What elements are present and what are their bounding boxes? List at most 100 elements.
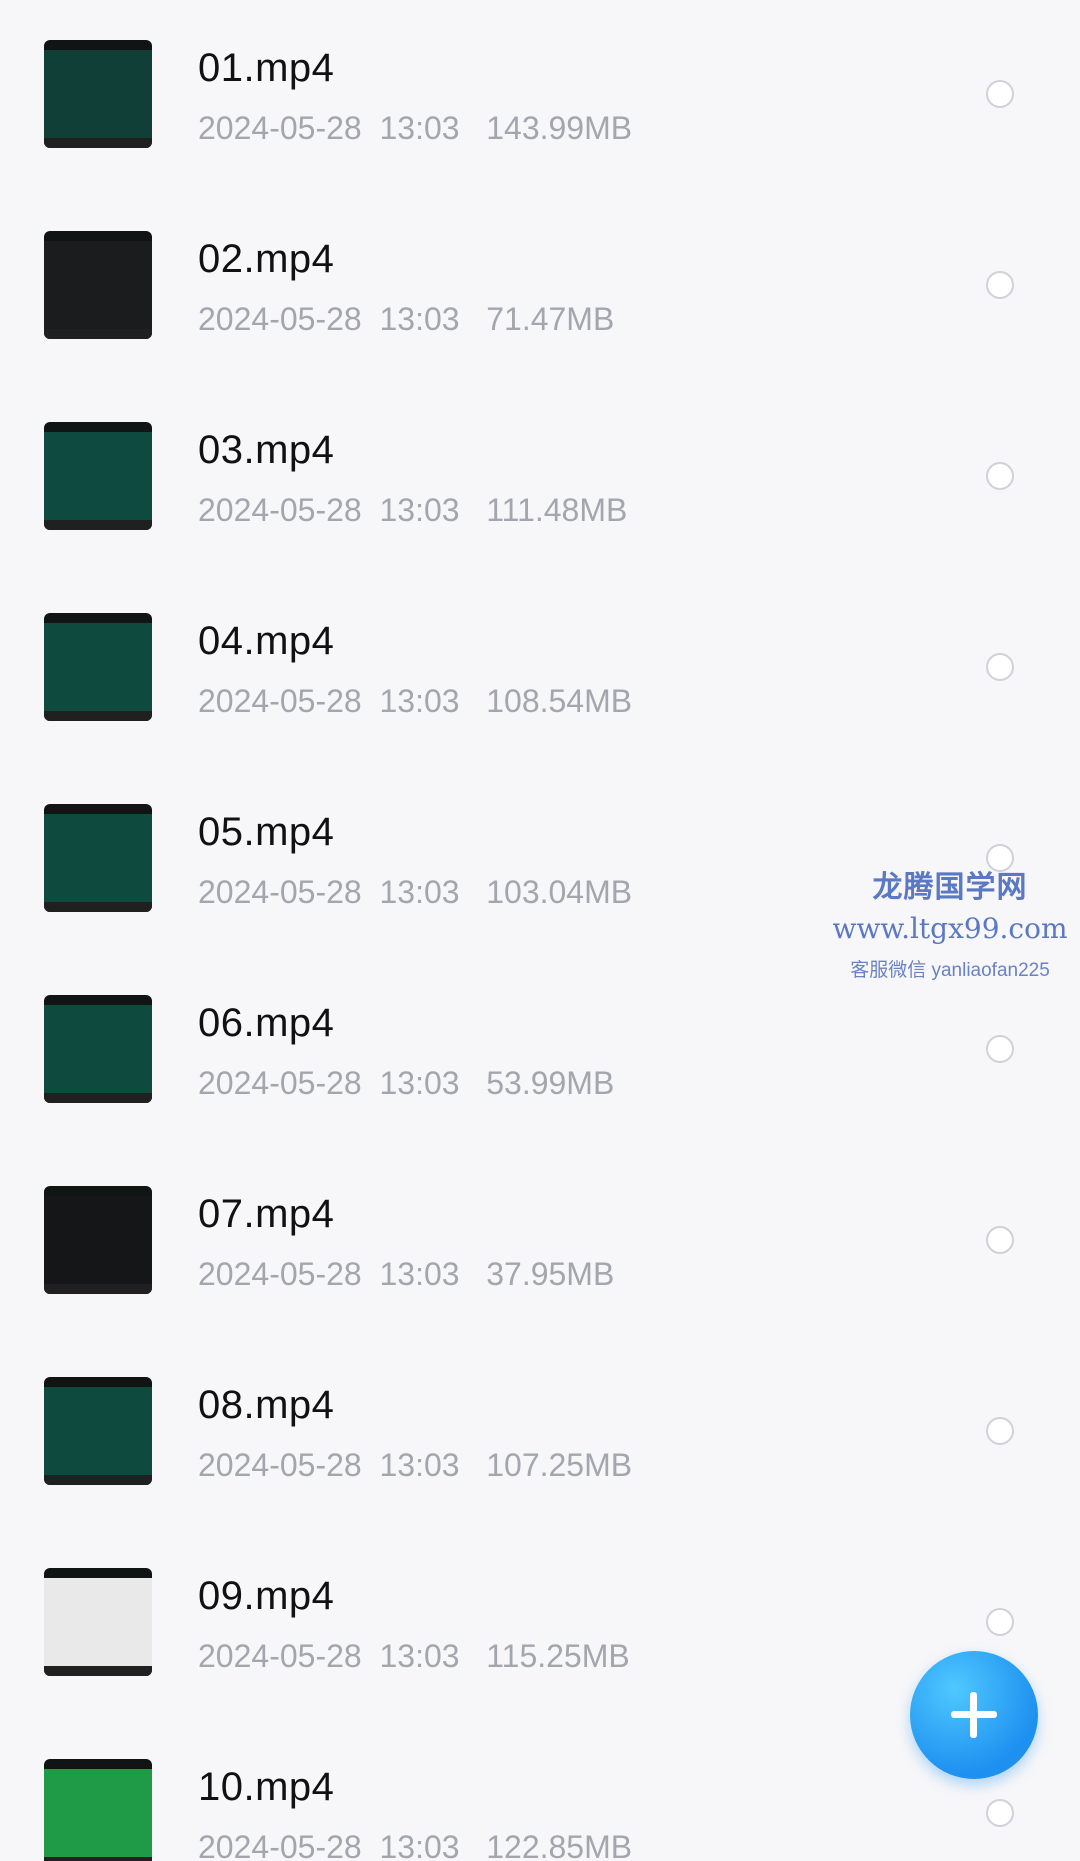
file-size: 71.47MB [486,301,615,337]
video-thumbnail [44,1377,152,1485]
file-meta: 2024-05-28 13:03 108.54MB [198,683,632,720]
file-time: 13:03 [379,1829,460,1861]
video-thumbnail [44,1759,152,1861]
file-name: 10.mp4 [198,1765,335,1809]
file-meta: 2024-05-28 13:03 37.95MB [198,1256,614,1293]
file-date: 2024-05-28 [198,110,362,146]
file-size: 107.25MB [486,1447,633,1483]
file-meta: 2024-05-28 13:03 122.85MB [198,1829,632,1861]
file-size: 103.04MB [486,874,633,910]
file-name: 09.mp4 [198,1574,335,1618]
select-radio[interactable] [986,1608,1014,1636]
thumbnail-taskbar [44,1475,152,1485]
file-meta: 2024-05-28 13:03 111.48MB [198,492,627,529]
file-size: 122.85MB [486,1829,633,1861]
select-radio[interactable] [986,1417,1014,1445]
file-row[interactable]: 02.mp4 2024-05-28 13:03 71.47MB [0,191,1080,382]
video-thumbnail [44,40,152,148]
select-radio[interactable] [986,80,1014,108]
file-name: 07.mp4 [198,1192,335,1236]
file-meta: 2024-05-28 13:03 107.25MB [198,1447,632,1484]
watermark-contact: 客服微信 yanliaofan225 [850,960,1050,981]
file-size: 108.54MB [486,683,633,719]
file-name: 05.mp4 [198,810,335,854]
video-thumbnail [44,1568,152,1676]
watermark-url: www.ltgx99.com [832,912,1068,945]
file-date: 2024-05-28 [198,1829,362,1861]
file-size: 115.25MB [486,1638,630,1674]
file-date: 2024-05-28 [198,1065,362,1101]
file-size: 37.95MB [486,1256,615,1292]
select-radio[interactable] [986,1226,1014,1254]
file-time: 13:03 [379,874,460,910]
file-name: 02.mp4 [198,237,335,281]
thumbnail-frame [44,814,152,902]
thumbnail-frame [44,50,152,138]
file-time: 13:03 [379,492,460,528]
file-row[interactable]: 04.mp4 2024-05-28 13:03 108.54MB [0,573,1080,764]
thumbnail-taskbar [44,902,152,912]
thumbnail-taskbar [44,711,152,721]
file-name: 08.mp4 [198,1383,335,1427]
file-row[interactable]: 08.mp4 2024-05-28 13:03 107.25MB [0,1337,1080,1528]
file-size: 143.99MB [486,110,633,146]
file-time: 13:03 [379,301,460,337]
thumbnail-taskbar [44,138,152,148]
thumbnail-frame [44,1769,152,1857]
thumbnail-frame [44,1005,152,1093]
file-meta: 2024-05-28 13:03 115.25MB [198,1638,630,1675]
plus-icon [970,1692,977,1738]
thumbnail-taskbar [44,1857,152,1861]
file-name: 01.mp4 [198,46,335,90]
video-thumbnail [44,1186,152,1294]
file-size: 111.48MB [486,492,628,528]
file-meta: 2024-05-28 13:03 103.04MB [198,874,632,911]
file-time: 13:03 [379,1256,460,1292]
file-size: 53.99MB [486,1065,615,1101]
file-date: 2024-05-28 [198,1638,362,1674]
thumbnail-frame [44,1578,152,1666]
file-date: 2024-05-28 [198,683,362,719]
thumbnail-frame [44,1387,152,1475]
file-name: 06.mp4 [198,1001,335,1045]
file-meta: 2024-05-28 13:03 53.99MB [198,1065,614,1102]
thumbnail-frame [44,241,152,329]
video-thumbnail [44,613,152,721]
thumbnail-frame [44,1196,152,1284]
select-radio[interactable] [986,1799,1014,1827]
file-date: 2024-05-28 [198,874,362,910]
file-time: 13:03 [379,1638,460,1674]
watermark-title: 龙腾国学网 [872,870,1028,905]
thumbnail-taskbar [44,1093,152,1103]
file-row[interactable]: 01.mp4 2024-05-28 13:03 143.99MB [0,0,1080,191]
file-row[interactable]: 07.mp4 2024-05-28 13:03 37.95MB [0,1146,1080,1337]
video-thumbnail [44,804,152,912]
file-time: 13:03 [379,683,460,719]
file-date: 2024-05-28 [198,1447,362,1483]
add-button[interactable] [910,1651,1038,1779]
file-date: 2024-05-28 [198,301,362,337]
thumbnail-taskbar [44,1284,152,1294]
select-radio[interactable] [986,462,1014,490]
watermark: 龙腾国学网 www.ltgx99.com 客服微信 yanliaofan225 [825,862,1075,982]
file-row[interactable]: 06.mp4 2024-05-28 13:03 53.99MB [0,955,1080,1146]
select-radio[interactable] [986,271,1014,299]
file-name: 03.mp4 [198,428,335,472]
thumbnail-taskbar [44,1666,152,1676]
thumbnail-taskbar [44,329,152,339]
video-thumbnail [44,995,152,1103]
select-radio[interactable] [986,653,1014,681]
file-meta: 2024-05-28 13:03 143.99MB [198,110,632,147]
file-date: 2024-05-28 [198,492,362,528]
file-time: 13:03 [379,1065,460,1101]
file-date: 2024-05-28 [198,1256,362,1292]
video-thumbnail [44,422,152,530]
video-thumbnail [44,231,152,339]
thumbnail-frame [44,623,152,711]
file-time: 13:03 [379,1447,460,1483]
select-radio[interactable] [986,1035,1014,1063]
file-time: 13:03 [379,110,460,146]
file-row[interactable]: 03.mp4 2024-05-28 13:03 111.48MB [0,382,1080,573]
thumbnail-taskbar [44,520,152,530]
file-name: 04.mp4 [198,619,335,663]
